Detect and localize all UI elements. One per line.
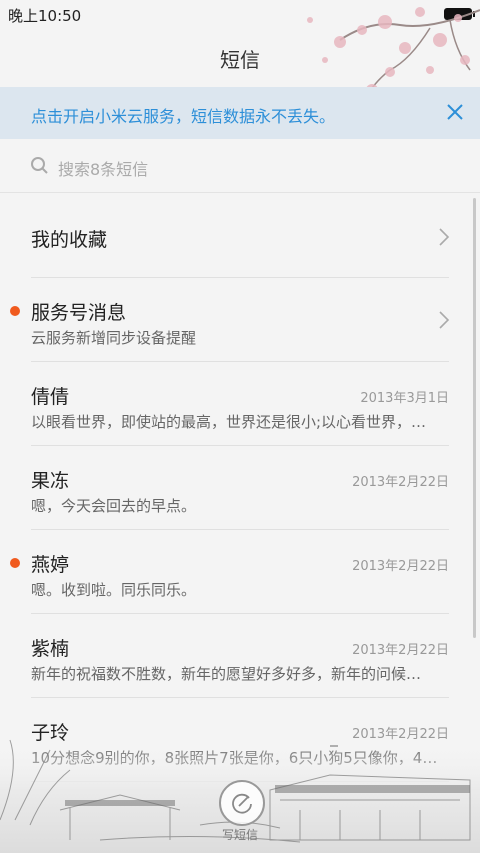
contact-name: 倩倩 xyxy=(31,386,70,408)
message-date: 2013年2月22日 xyxy=(352,475,449,490)
message-date: 2013年2月22日 xyxy=(352,559,449,574)
service-name: 服务号消息 xyxy=(31,302,127,324)
search-bar[interactable]: 搜索8条短信 xyxy=(0,140,480,193)
favorites-label: 我的收藏 xyxy=(31,229,108,251)
conversation-list: 我的收藏 服务号消息 云服务新增同步设备提醒 倩倩 2013年3月1日以眼看世界，… xyxy=(0,194,480,782)
page-title: 短信 xyxy=(220,48,260,72)
message-preview: 嗯，今天会回去的早点。 xyxy=(31,497,197,515)
list-item[interactable]: 倩倩 2013年3月1日以眼看世界，即使站的最高，世界还是很小;以心看世界，… xyxy=(0,362,480,446)
list-item-favorites[interactable]: 我的收藏 xyxy=(0,194,480,278)
list-item[interactable]: 果冻 2013年2月22日嗯，今天会回去的早点。 xyxy=(0,446,480,530)
unread-dot xyxy=(10,558,20,568)
list-item[interactable]: 紫楠 2013年2月22日新年的祝福数不胜数，新年的愿望好多好多，新年的问候… xyxy=(0,614,480,698)
contact-name: 紫楠 xyxy=(31,638,70,660)
list-item-service[interactable]: 服务号消息 云服务新增同步设备提醒 xyxy=(0,278,480,362)
contact-name: 燕婷 xyxy=(31,554,70,576)
cloud-banner[interactable]: 点击开启小米云服务，短信数据永不丢失。 xyxy=(0,87,480,139)
chevron-right-icon xyxy=(439,311,450,329)
compose-label: 写短信 xyxy=(221,828,258,842)
unread-dot xyxy=(10,306,20,316)
message-date: 2013年3月1日 xyxy=(360,391,449,406)
close-icon[interactable] xyxy=(444,101,466,123)
service-preview: 云服务新增同步设备提醒 xyxy=(31,329,197,347)
list-item[interactable]: 燕婷 2013年2月22日嗯。收到啦。同乐同乐。 xyxy=(0,530,480,614)
status-time: 晚上10:50 xyxy=(8,7,82,25)
search-icon xyxy=(31,157,48,174)
chevron-right-icon xyxy=(439,228,450,246)
compose-icon xyxy=(232,793,252,814)
scrollbar[interactable] xyxy=(473,198,476,638)
banner-text[interactable]: 点击开启小米云服务，短信数据永不丢失。 xyxy=(31,103,335,127)
message-preview: 嗯。收到啦。同乐同乐。 xyxy=(31,581,197,599)
compose-button[interactable] xyxy=(219,780,265,826)
message-date: 2013年2月22日 xyxy=(352,643,449,658)
search-input[interactable]: 搜索8条短信 xyxy=(58,156,148,180)
message-preview: 新年的祝福数不胜数，新年的愿望好多好多，新年的问候… xyxy=(31,665,422,683)
contact-name: 果冻 xyxy=(31,470,70,492)
message-preview: 以眼看世界，即使站的最高，世界还是很小;以心看世界，… xyxy=(31,413,427,431)
